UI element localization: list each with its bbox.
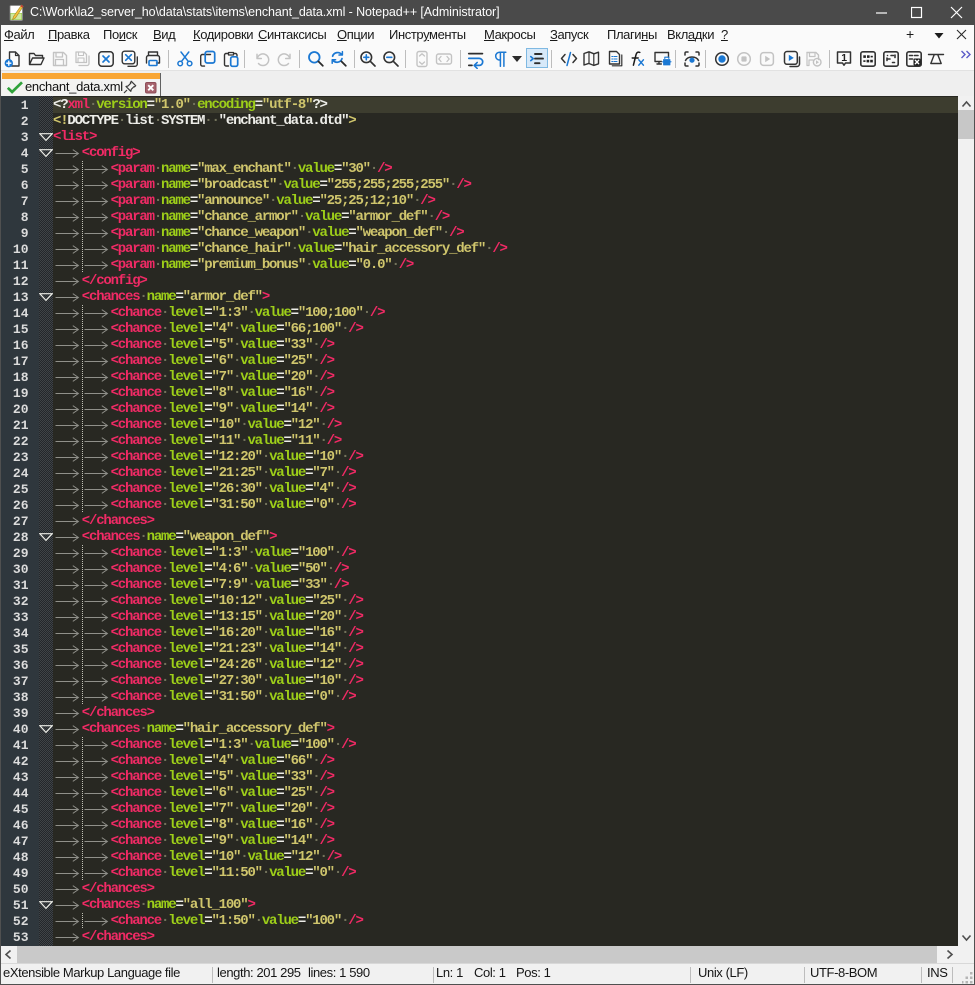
svg-text:1: 1 — [841, 52, 847, 64]
